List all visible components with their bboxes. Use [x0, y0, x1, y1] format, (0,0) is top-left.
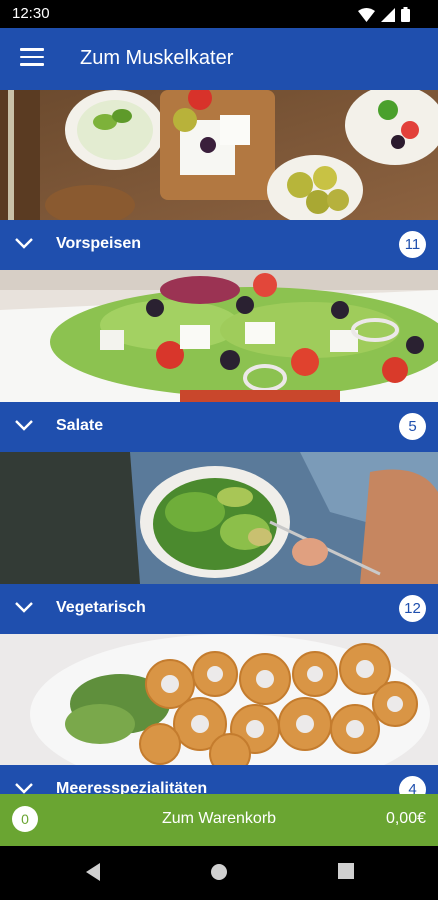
category-row-vorspeisen[interactable]: Vorspeisen 11 [0, 220, 438, 270]
category-label: Vorspeisen [56, 235, 142, 252]
category-image-vorspeisen[interactable] [0, 90, 438, 220]
cellular-icon [381, 7, 395, 22]
category-count-badge: 11 [399, 231, 426, 258]
app-title: Zum Muskelkater [80, 47, 234, 69]
nav-home-icon[interactable] [209, 862, 229, 882]
category-count-badge: 5 [399, 413, 426, 440]
cart-button[interactable]: 0 Zum Warenkorb 0,00€ [0, 794, 438, 846]
status-icons [358, 7, 410, 22]
status-bar: 12:30 [0, 0, 438, 28]
category-count-badge: 4 [399, 776, 426, 794]
category-image-meeresspezialitaeten[interactable] [0, 634, 438, 765]
category-label: Meeresspezialitäten [56, 780, 208, 794]
category-row-salate[interactable]: Salate 5 [0, 402, 438, 452]
category-list[interactable]: Vorspeisen 11 Salate 5 Vegetarisch 12 Me… [0, 90, 438, 794]
category-image-salate[interactable] [0, 270, 438, 402]
category-label: Vegetarisch [56, 599, 146, 616]
nav-recents-icon[interactable] [337, 862, 355, 880]
chevron-down-icon [15, 602, 33, 613]
nav-back-icon[interactable] [84, 862, 102, 882]
menu-icon[interactable] [20, 48, 44, 68]
category-image-vegetarisch[interactable] [0, 452, 438, 584]
cart-total: 0,00€ [385, 810, 426, 827]
category-row-meeresspezialitaeten[interactable]: Meeresspezialitäten 4 [0, 765, 438, 794]
navigation-bar [0, 846, 438, 900]
category-label: Salate [56, 417, 104, 434]
chevron-down-icon [15, 420, 33, 431]
wifi-icon [358, 7, 375, 22]
cart-label: Zum Warenkorb [161, 810, 277, 827]
category-count-badge: 12 [399, 595, 426, 622]
app-bar: Zum Muskelkater [0, 28, 438, 90]
chevron-down-icon [15, 783, 33, 794]
category-row-vegetarisch[interactable]: Vegetarisch 12 [0, 584, 438, 634]
chevron-down-icon [15, 238, 33, 249]
status-time: 12:30 [12, 5, 50, 22]
battery-icon [401, 7, 410, 22]
